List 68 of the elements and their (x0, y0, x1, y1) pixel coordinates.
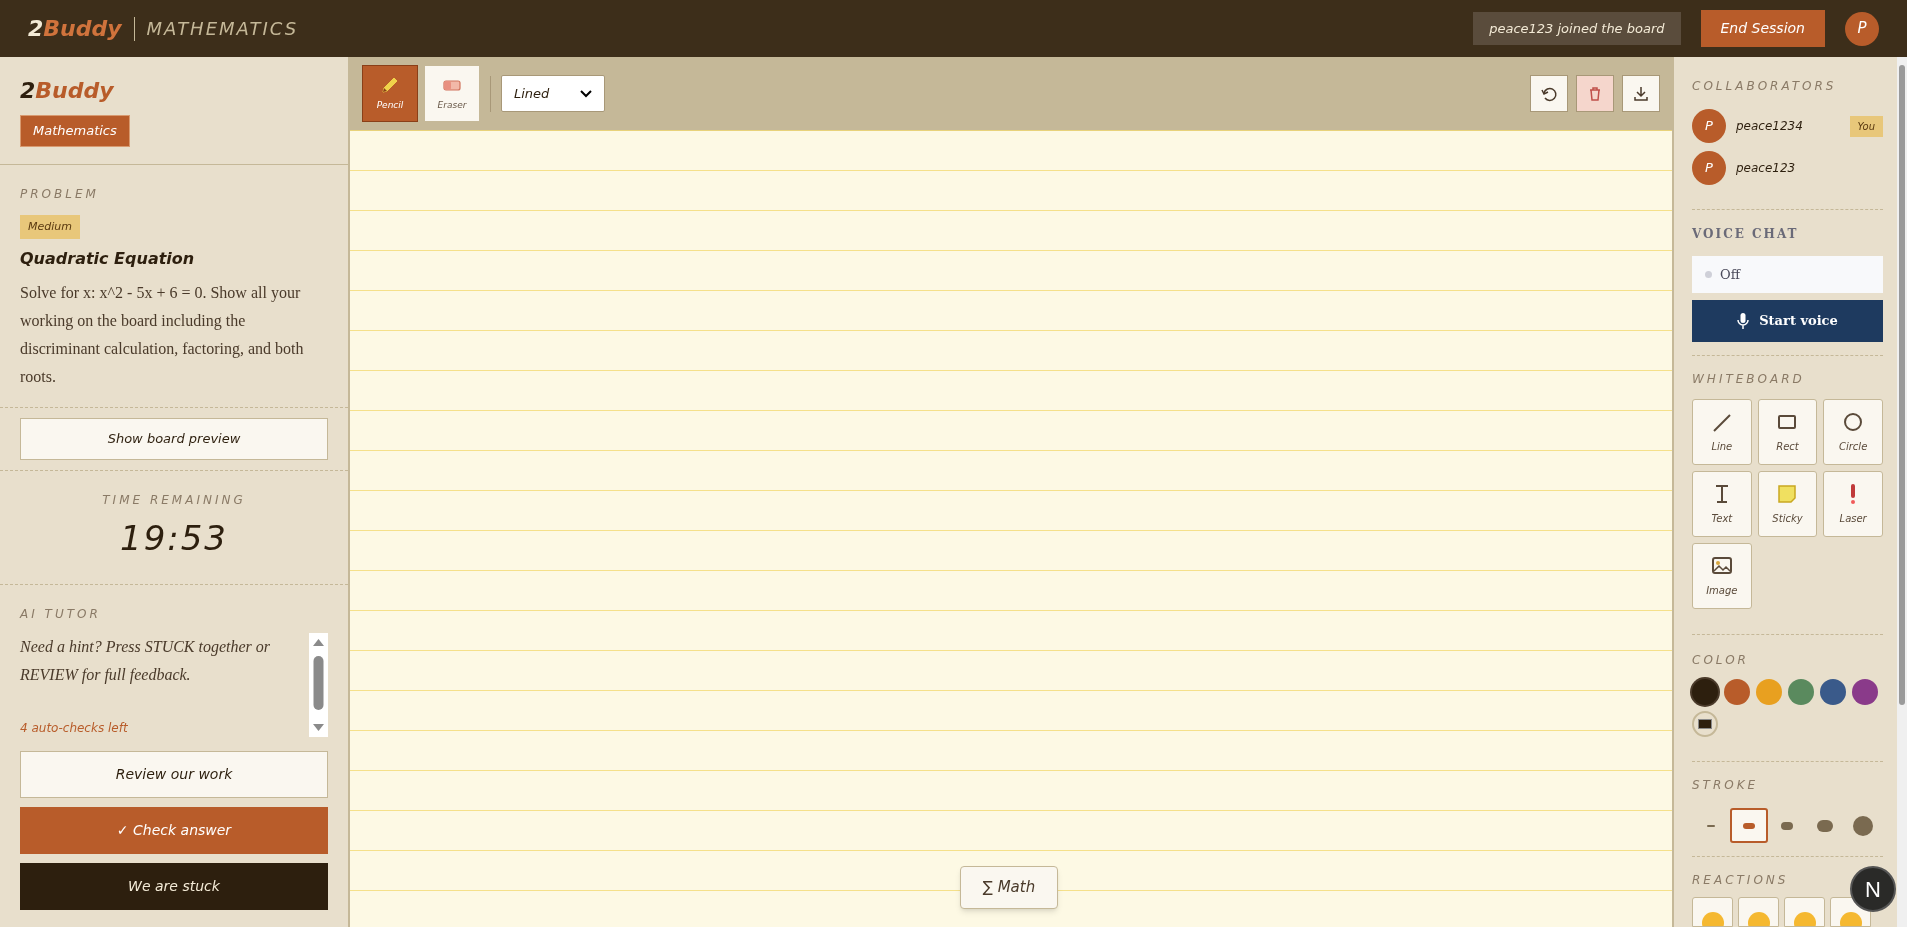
collaborator-name: peace1234 (1736, 118, 1803, 135)
auto-checks-count: 4 auto-checks left (20, 720, 129, 737)
emoji-icon (1793, 911, 1816, 926)
show-preview-button[interactable]: Show board preview (20, 418, 328, 460)
emoji-icon (1747, 911, 1770, 926)
shape-tool-button[interactable]: Sticky (1757, 471, 1818, 538)
sticky-note-icon (1776, 482, 1799, 505)
image-icon (1710, 554, 1733, 577)
section-heading: REACTIONS (1692, 871, 1790, 889)
color-swatch[interactable] (1788, 678, 1814, 705)
download-icon (1632, 84, 1650, 103)
check-answer-button[interactable]: ✓ Check answer (20, 807, 328, 854)
subject-badge: Mathematics (20, 115, 130, 147)
microphone-icon (1737, 313, 1750, 330)
timer-value: 19:53 (120, 517, 228, 560)
user-avatar: P (1692, 109, 1726, 143)
end-session-button[interactable]: End Session (1700, 10, 1825, 47)
chevron-down-icon (580, 89, 592, 98)
circle-icon (1842, 410, 1865, 433)
timer-label: TIME REMAINING (102, 492, 246, 509)
math-button[interactable]: ∑ Math (960, 866, 1058, 909)
scrollbar[interactable] (309, 633, 328, 737)
laser-pointer-icon (1850, 482, 1857, 505)
emoji-icon (1839, 911, 1862, 926)
shape-tool-button[interactable]: Image (1692, 543, 1752, 610)
voice-status-text: Off (1720, 266, 1740, 285)
section-heading: AI TUTOR (20, 606, 102, 623)
section-heading: VOICE CHAT (1692, 226, 1800, 244)
brand-logo[interactable]: 2Buddy (28, 12, 122, 45)
trash-button[interactable] (1576, 75, 1614, 112)
user-avatar[interactable]: P (1845, 11, 1879, 46)
shape-tool-button[interactable]: Line (1692, 399, 1752, 466)
tool-button[interactable]: Pencil (362, 65, 418, 122)
undo-button[interactable] (1530, 75, 1568, 112)
color-swatch[interactable] (1756, 678, 1782, 705)
subject-title: MATHEMATICS (146, 17, 299, 41)
start-voice-button[interactable]: Start voice (1692, 300, 1883, 342)
section-heading: COLOR (1692, 651, 1750, 669)
download-button[interactable] (1622, 75, 1660, 112)
stroke-size-button[interactable] (1730, 808, 1768, 844)
review-button[interactable]: Review our work (20, 751, 328, 798)
page-scrollbar[interactable] (1897, 57, 1907, 927)
problem-description: Solve for x: x^2 - 5x + 6 = 0. Show all your working on the board including the discriminant calculation, factoring, and both roots. (20, 283, 305, 387)
shape-tool-button[interactable]: Laser (1823, 471, 1883, 538)
section-heading: PROBLEM (20, 185, 100, 203)
custom-color-picker[interactable] (1692, 710, 1718, 737)
color-swatch[interactable] (1820, 678, 1846, 705)
color-swatch[interactable] (1852, 678, 1878, 705)
shape-tool-button[interactable]: Text (1692, 471, 1752, 538)
section-heading: COLLABORATORS (1692, 78, 1838, 95)
tool-button[interactable]: Eraser (424, 65, 480, 122)
problem-title: Quadratic Equation (20, 248, 196, 270)
paper-style-select[interactable]: Lined (501, 75, 605, 112)
notification-toast: peace123 joined the board (1473, 12, 1681, 45)
color-swatch[interactable] (1692, 678, 1718, 705)
collaborator-name: peace123 (1736, 160, 1796, 177)
shape-tool-button[interactable]: Circle (1823, 399, 1883, 466)
you-badge: You (1849, 115, 1883, 137)
user-avatar: P (1692, 151, 1726, 185)
tutor-message: Need a hint? Press STUCK together or REVIEW for full feedback. (20, 637, 272, 686)
shape-tool-button[interactable]: Rect (1757, 399, 1818, 466)
emoji-icon (1701, 911, 1724, 926)
section-heading: WHITEBOARD (1692, 371, 1806, 389)
color-swatch[interactable] (1724, 678, 1750, 705)
stuck-button[interactable]: We are stuck (20, 863, 328, 910)
section-heading: STROKE (1692, 777, 1760, 795)
sidebar-logo: 2Buddy (20, 77, 115, 105)
difficulty-badge: Medium (20, 214, 80, 239)
